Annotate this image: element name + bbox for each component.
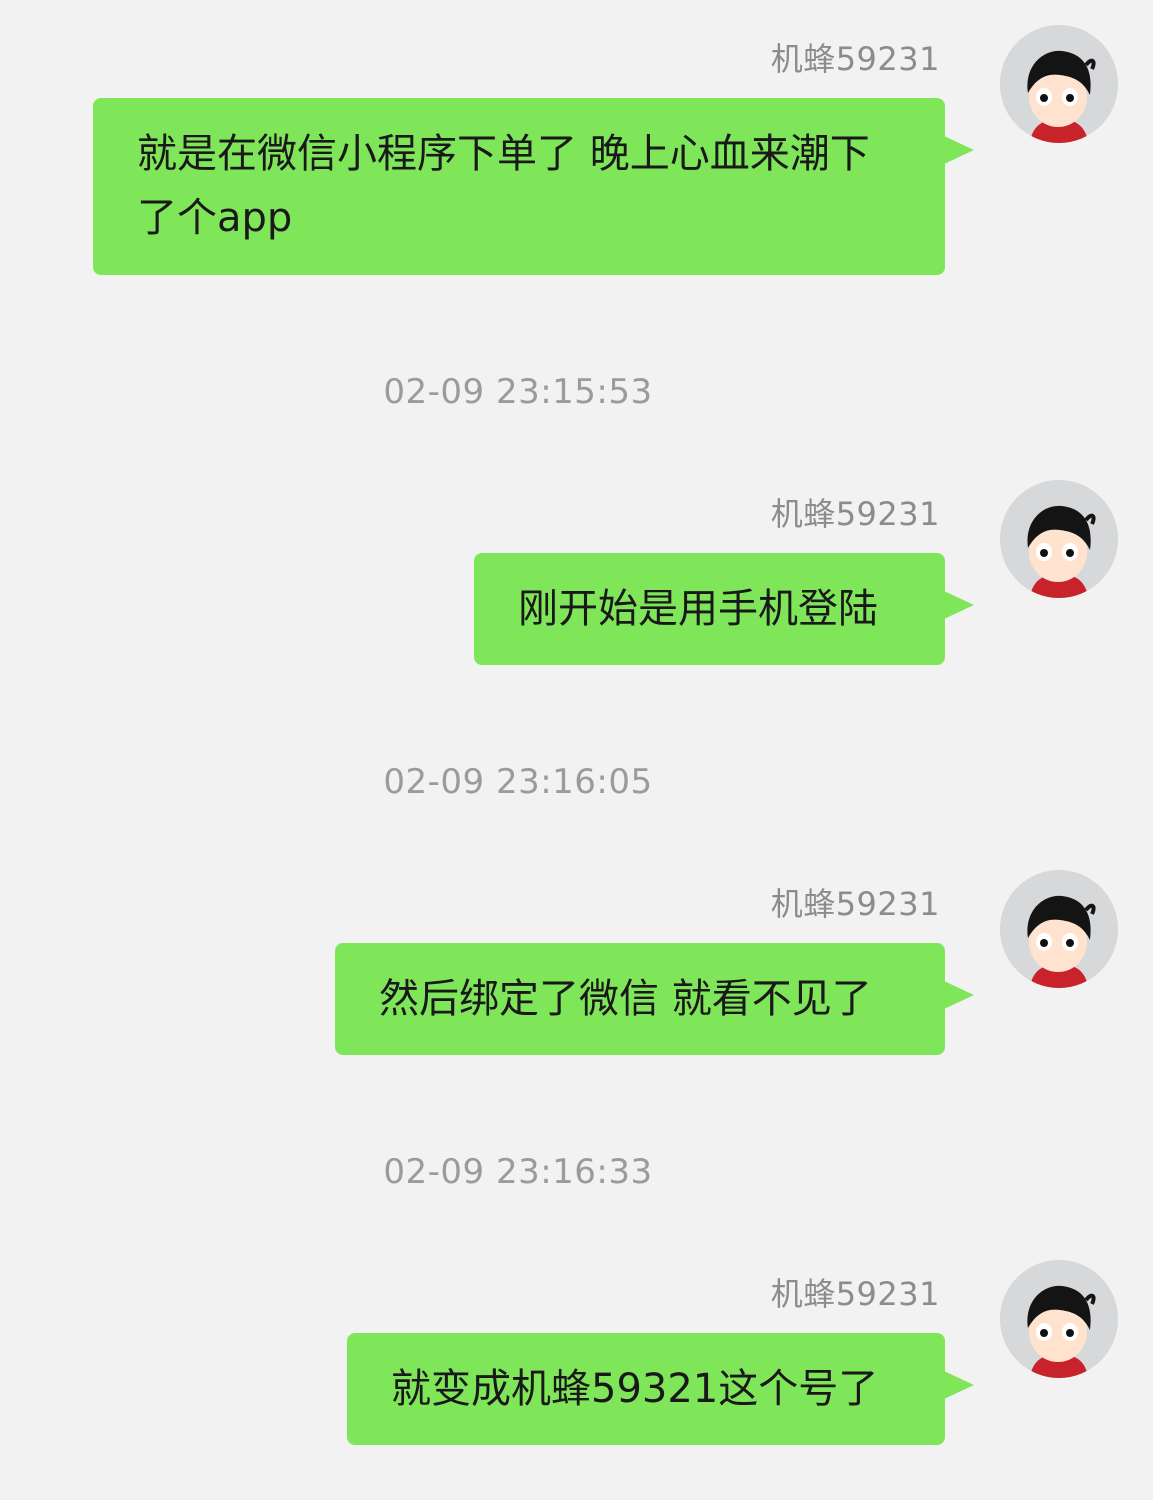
boy-avatar-icon[interactable]: [1000, 1260, 1118, 1378]
boy-avatar-icon[interactable]: [1000, 480, 1118, 598]
sender-name: 机蜂59231: [770, 885, 940, 923]
message-timestamp: 02-09 23:16:33: [383, 1152, 653, 1192]
message-timestamp: 02-09 23:15:53: [383, 372, 653, 412]
message-text: 然后绑定了微信 就看不见了: [379, 976, 872, 1022]
boy-avatar-icon[interactable]: [1000, 870, 1118, 988]
message-text: 就变成机蜂59321这个号了: [391, 1366, 879, 1412]
message-bubble[interactable]: 就是在微信小程序下单了 晚上心血来潮下了个app: [93, 98, 974, 275]
sender-name: 机蜂59231: [770, 495, 940, 533]
message-bubble[interactable]: 然后绑定了微信 就看不见了: [335, 943, 974, 1055]
message-bubble[interactable]: 就变成机蜂59321这个号了: [347, 1333, 974, 1445]
message-text: 刚开始是用手机登陆: [518, 586, 878, 632]
message-text: 就是在微信小程序下单了 晚上心血来潮下了个app: [137, 131, 870, 241]
sender-name: 机蜂59231: [770, 1275, 940, 1313]
boy-avatar-icon[interactable]: [1000, 25, 1118, 143]
message-timestamp: 02-09 23:16:05: [383, 762, 653, 802]
sender-name: 机蜂59231: [770, 40, 940, 78]
message-bubble[interactable]: 刚开始是用手机登陆: [474, 553, 974, 665]
